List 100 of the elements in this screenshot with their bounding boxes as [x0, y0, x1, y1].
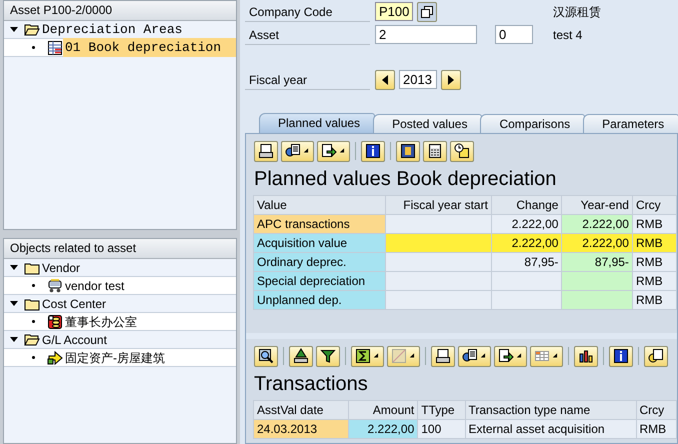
table-cell: Acquisition value — [254, 234, 386, 252]
column-header[interactable]: Amount — [348, 400, 418, 420]
tree-node[interactable]: Cost Center — [40, 294, 108, 312]
pane-header: Asset P100-2/0000 — [4, 1, 236, 21]
column-header[interactable]: TType — [418, 400, 465, 420]
next-button[interactable] — [441, 70, 461, 90]
calculator-icon — [427, 143, 443, 159]
triangle-icon — [293, 348, 309, 364]
layout-button[interactable] — [396, 140, 420, 162]
arrow-icon — [47, 350, 63, 366]
table-cell: RMB — [632, 214, 676, 234]
collapse-icon[interactable] — [10, 336, 18, 344]
previous-button[interactable] — [375, 70, 395, 90]
field-label: Company Code — [245, 2, 370, 22]
table-cell: RMB — [632, 272, 676, 290]
tree-node[interactable]: Vendor — [40, 258, 82, 276]
table-cell: RMB — [632, 252, 676, 272]
column-header[interactable]: Value — [254, 196, 386, 214]
view-button[interactable] — [281, 140, 314, 162]
folder-icon — [24, 22, 40, 38]
table-cell: 2.222,00 — [491, 234, 562, 252]
document-icon — [648, 348, 664, 364]
table-cell: 2.222,00 — [491, 214, 562, 234]
printer-icon — [435, 348, 451, 364]
tab[interactable]: Comparisons — [480, 114, 586, 133]
cart-icon — [47, 278, 63, 294]
total-button[interactable] — [351, 346, 384, 366]
field-description: 汉源租赁 — [553, 4, 602, 20]
field-description: test 4 — [553, 26, 584, 44]
input-field[interactable]: 2 — [375, 25, 477, 44]
export-icon — [321, 143, 337, 159]
table-cell: 2.222,00 — [348, 420, 418, 438]
table-cell: 100 — [418, 420, 465, 438]
export-button[interactable] — [317, 140, 350, 162]
info-button[interactable] — [609, 346, 633, 366]
column-header[interactable]: Transaction type name — [465, 400, 636, 420]
pane-header: Objects related to asset — [4, 239, 236, 259]
bar-chart-icon — [578, 348, 594, 364]
table-cell: RMB — [632, 234, 676, 252]
tab[interactable]: Parameters — [583, 114, 678, 133]
copy-button[interactable] — [417, 2, 437, 22]
table-cell: RMB — [632, 290, 676, 310]
table-cell: APC transactions — [254, 214, 386, 234]
sort-button[interactable] — [289, 346, 313, 366]
folder-icon — [24, 332, 40, 348]
collapse-icon[interactable] — [10, 300, 18, 308]
tree-node[interactable]: 01 Book depreciation — [63, 38, 236, 58]
table-cell: 24.03.2013 — [254, 420, 348, 438]
field-label: Fiscal year — [245, 70, 370, 90]
table-cell: Special depreciation — [254, 272, 386, 290]
info-button[interactable] — [361, 140, 385, 162]
filter-button[interactable] — [316, 346, 340, 366]
tab[interactable]: Planned values — [259, 113, 376, 133]
info-icon — [365, 143, 381, 159]
history-button[interactable] — [450, 140, 474, 162]
magnifier-icon — [258, 348, 274, 364]
input-field[interactable]: P100 — [375, 2, 413, 21]
input-field[interactable]: 0 — [495, 25, 533, 44]
column-header[interactable]: Crcy — [636, 400, 676, 420]
info-icon — [613, 348, 629, 364]
view-button[interactable] — [458, 346, 491, 366]
column-header[interactable]: AsstVal date — [254, 400, 348, 420]
column-header[interactable]: Fiscal year start — [386, 196, 492, 214]
tree-node[interactable]: Depreciation Areas — [40, 20, 184, 40]
frame-icon — [400, 143, 416, 159]
graphic-button[interactable] — [574, 346, 598, 366]
table-cell: Unplanned dep. — [254, 290, 386, 310]
grid-icon — [534, 348, 550, 364]
column-header[interactable]: Year-end — [562, 196, 632, 214]
calculator-button[interactable] — [423, 140, 447, 162]
left-arrow-icon — [381, 74, 389, 84]
section-title: Transactions — [254, 372, 369, 397]
printer-icon — [258, 143, 274, 159]
collapse-icon[interactable] — [10, 26, 18, 34]
clock-icon — [454, 143, 470, 159]
print-button[interactable] — [254, 140, 278, 162]
table-cell: 87,95- — [562, 252, 632, 272]
document-button[interactable] — [644, 346, 668, 366]
print-button[interactable] — [431, 346, 455, 366]
document-icon — [285, 143, 301, 159]
right-arrow-icon — [447, 74, 455, 84]
document-icon — [462, 348, 478, 364]
table-cell: External asset acquisition — [465, 420, 636, 438]
export-icon — [498, 348, 514, 364]
tab[interactable]: Posted values — [373, 114, 482, 133]
input-field[interactable]: 2013 — [399, 70, 437, 89]
column-header[interactable]: Change — [491, 196, 562, 214]
field-label: Asset — [245, 24, 370, 44]
section-title: Planned values Book depreciation — [254, 167, 558, 192]
table-cell: 87,95- — [491, 252, 562, 272]
tree-node[interactable]: G/L Account — [40, 330, 109, 348]
details-button[interactable] — [254, 346, 278, 366]
copy-icon — [421, 6, 433, 18]
column-header[interactable]: Crcy — [632, 196, 676, 214]
filter-icon — [320, 348, 336, 364]
table-cell: Ordinary deprec. — [254, 252, 386, 272]
table-cell: 2.222,00 — [562, 214, 632, 234]
table-cell: RMB — [636, 420, 676, 438]
export-button[interactable] — [494, 346, 527, 366]
collapse-icon[interactable] — [10, 264, 18, 272]
